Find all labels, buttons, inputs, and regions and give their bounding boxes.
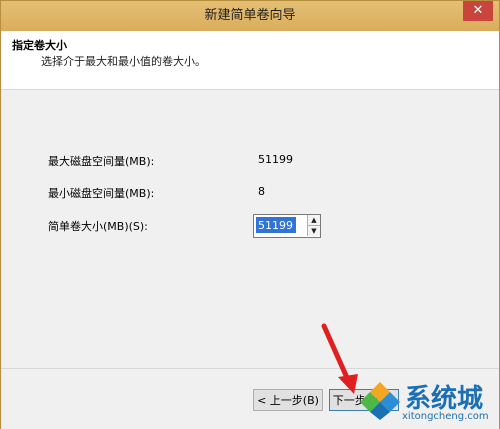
stepper-up-button[interactable]: ▲ (307, 215, 320, 226)
min-space-label: 最小磁盘空间量(MB): (48, 187, 155, 200)
wizard-content: 最大磁盘空间量(MB): 51199 最小磁盘空间量(MB): 8 简单卷大小(… (1, 90, 499, 368)
page-title: 指定卷大小 (12, 39, 67, 52)
chevron-down-icon: ▼ (311, 227, 317, 235)
watermark-url: xitongcheng.com (402, 411, 489, 422)
page-subtitle: 选择介于最大和最小值的卷大小。 (41, 55, 206, 68)
back-button[interactable]: < 上一步(B) (253, 389, 323, 411)
close-button[interactable]: ✕ (463, 1, 493, 21)
title-bar[interactable]: 新建简单卷向导 ✕ (1, 1, 499, 31)
watermark: 系统城 xitongcheng.com (360, 378, 500, 428)
watermark-text: 系统城 (405, 384, 484, 414)
wizard-header: 指定卷大小 选择介于最大和最小值的卷大小。 (1, 31, 499, 90)
wizard-window: 新建简单卷向导 ✕ 指定卷大小 选择介于最大和最小值的卷大小。 最大磁盘空间量(… (0, 0, 500, 429)
window-title: 新建简单卷向导 (204, 8, 296, 23)
red-arrow-icon (321, 323, 358, 394)
volume-size-label: 简单卷大小(MB)(S): (48, 220, 148, 233)
close-icon: ✕ (472, 3, 484, 18)
max-space-value: 51199 (258, 153, 293, 166)
stepper-down-button[interactable]: ▼ (307, 226, 320, 236)
volume-size-input[interactable] (256, 217, 296, 233)
volume-size-stepper[interactable]: ▲ ▼ (253, 214, 321, 238)
min-space-value: 8 (258, 185, 265, 198)
chevron-up-icon: ▲ (311, 216, 317, 224)
watermark-logo-icon (360, 382, 400, 420)
max-space-label: 最大磁盘空间量(MB): (48, 155, 155, 168)
